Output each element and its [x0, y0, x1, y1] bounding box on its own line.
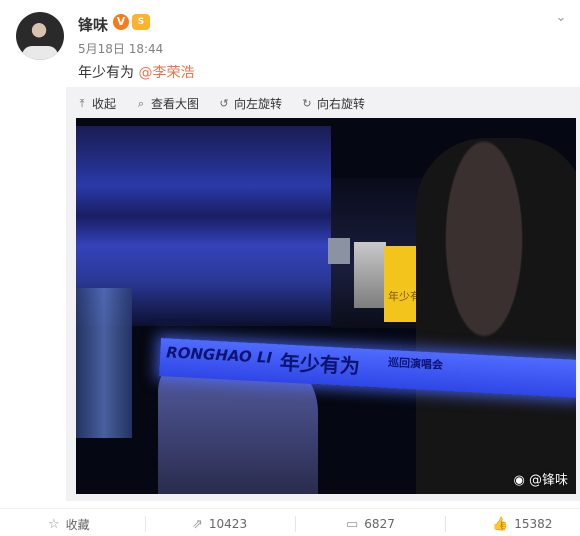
view-large-label: 查看大图 — [151, 97, 200, 111]
divider — [295, 516, 296, 532]
rotate-right-label: 向右旋转 — [317, 97, 366, 111]
divider — [145, 516, 146, 532]
level-badge-icon: S — [132, 14, 150, 30]
rotate-right-button[interactable]: ↻ 向右旋转 — [301, 95, 365, 112]
thumbs-up-icon: 👍 — [492, 516, 509, 532]
like-count: 15382 — [514, 517, 553, 531]
author-name[interactable]: 锋味 — [78, 14, 108, 35]
rotate-right-icon: ↻ — [302, 97, 312, 110]
avatar-shirt — [22, 46, 58, 60]
media-toolbar: ⤒ 收起 ⌕ 查看大图 ↺ 向左旋转 ↻ 向右旋转 — [66, 87, 580, 117]
post-header: 锋味 V S ⌄ 5月18日 18:44 年少有为 @李荣浩 — [0, 0, 580, 84]
glowstick-title: 年少有为 — [279, 350, 361, 379]
verified-badge-icon: V — [113, 14, 129, 30]
action-bar: ☆ 收藏 ⇗ 10423 ▭ 6827 👍 15382 — [0, 508, 580, 536]
star-icon: ☆ — [48, 516, 60, 532]
chevron-down-icon[interactable]: ⌄ — [552, 10, 570, 28]
comment-count: 6827 — [364, 517, 395, 531]
rotate-left-icon: ↺ — [219, 97, 229, 110]
glowstick-brand: RONGHAO LI — [165, 343, 273, 367]
like-button[interactable]: 👍 15382 — [492, 515, 552, 533]
weibo-icon: ◉ — [513, 473, 525, 488]
collapse-button[interactable]: ⤒ 收起 — [76, 95, 116, 112]
rotate-left-label: 向左旋转 — [234, 97, 283, 111]
person-selfie — [416, 138, 576, 494]
glowstick-subtitle: 巡回演唱会 — [387, 355, 444, 372]
media-viewer: ⤒ 收起 ⌕ 查看大图 ↺ 向左旋转 ↻ 向右旋转 年少有为 RONGHAO L… — [66, 87, 580, 501]
rotate-left-button[interactable]: ↺ 向左旋转 — [218, 95, 282, 112]
repost-button[interactable]: ⇗ 10423 — [192, 515, 247, 533]
stage-screen-left — [328, 238, 350, 264]
post-text: 年少有为 @李荣浩 — [78, 62, 194, 82]
comment-icon: ▭ — [346, 516, 359, 532]
post-photo[interactable]: 年少有为 RONGHAO LI 年少有为 巡回演唱会 ◉ @锋味 — [76, 118, 576, 494]
stage-screen-portrait — [354, 242, 386, 308]
avatar[interactable] — [16, 12, 64, 60]
search-icon: ⌕ — [137, 96, 145, 110]
mention-link[interactable]: @李荣浩 — [138, 65, 194, 81]
favorite-button[interactable]: ☆ 收藏 — [48, 515, 90, 533]
favorite-label: 收藏 — [65, 517, 90, 532]
divider — [445, 516, 446, 532]
post-text-body: 年少有为 — [78, 65, 134, 81]
photo-watermark: ◉ @锋味 — [514, 469, 569, 488]
arrow-up-icon: ⤒ — [79, 96, 85, 110]
view-large-button[interactable]: ⌕ 查看大图 — [135, 95, 199, 112]
repost-count: 10423 — [208, 517, 248, 531]
post-timestamp[interactable]: 5月18日 18:44 — [78, 40, 163, 57]
comment-button[interactable]: ▭ 6827 — [346, 515, 395, 533]
collapse-label: 收起 — [92, 97, 117, 111]
water-bottle — [76, 288, 132, 438]
watermark-text: @锋味 — [528, 473, 568, 488]
repost-icon: ⇗ — [192, 516, 203, 532]
